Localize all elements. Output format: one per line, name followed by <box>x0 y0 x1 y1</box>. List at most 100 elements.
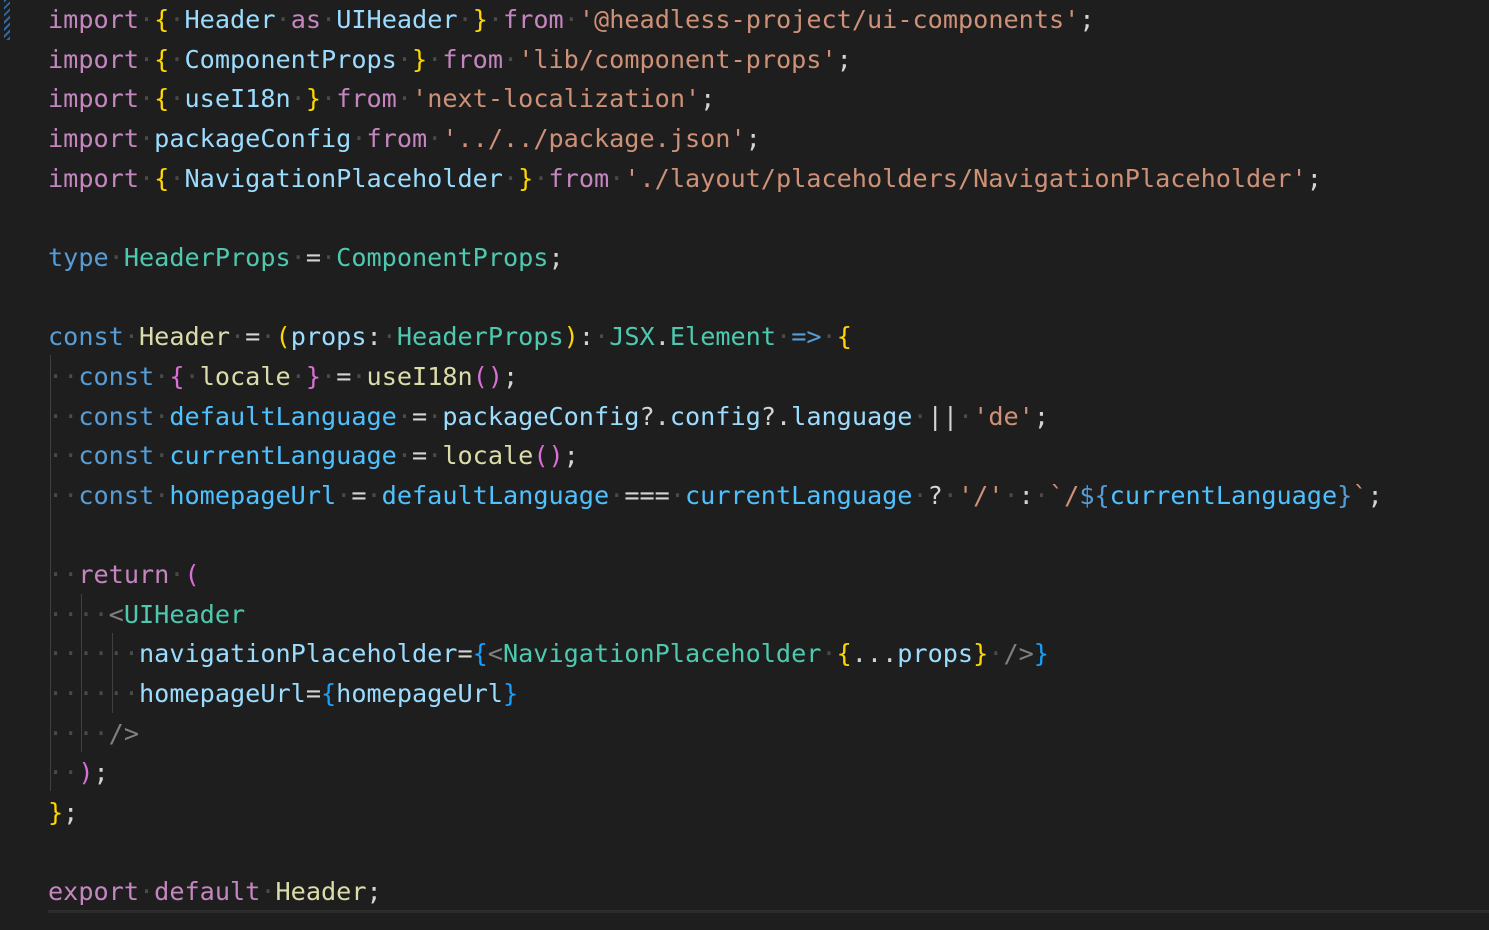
code-line[interactable]: ··const·homepageUrl·=·defaultLanguage·==… <box>48 476 1383 516</box>
whitespace-marker: · <box>609 480 625 510</box>
code-token: const <box>78 401 155 431</box>
whitespace-marker: · <box>139 163 155 193</box>
code-line[interactable]: import·{·Header·as·UIHeader·}·from·'@hea… <box>48 0 1094 40</box>
whitespace-marker: · <box>230 322 246 352</box>
code-line[interactable]: ··); <box>48 753 109 793</box>
whitespace-marker: · <box>169 5 185 34</box>
code-line[interactable]: ··const·defaultLanguage·=·packageConfig?… <box>48 397 1049 437</box>
whitespace-marker: ·· <box>48 758 79 788</box>
code-token: ... <box>851 639 898 669</box>
code-token: HeaderProps <box>123 242 291 272</box>
code-token: navigationPlaceholder <box>139 639 458 669</box>
code-token: : <box>578 322 595 352</box>
whitespace-marker: ······ <box>48 639 139 669</box>
code-token: defaultLanguage <box>381 480 610 510</box>
code-token: ) <box>78 758 94 788</box>
whitespace-marker: · <box>669 480 685 510</box>
code-line[interactable]: ··const·{·locale·}·=·useI18n(); <box>48 357 518 397</box>
whitespace-marker: · <box>321 84 337 114</box>
whitespace-marker: · <box>427 44 443 74</box>
whitespace-marker: · <box>139 5 155 34</box>
code-token: ; <box>1033 401 1050 431</box>
code-token: : <box>366 322 382 352</box>
whitespace-marker: · <box>154 441 170 471</box>
code-token: ; <box>836 44 852 74</box>
whitespace-marker: · <box>821 322 837 352</box>
code-token: ComponentProps <box>336 242 549 272</box>
whitespace-marker: · <box>321 5 337 34</box>
code-token: { <box>836 322 852 352</box>
whitespace-marker: · <box>139 123 155 153</box>
code-token: ?. <box>639 401 670 431</box>
whitespace-marker: · <box>366 480 382 510</box>
code-line[interactable]: import·packageConfig·from·'../../package… <box>48 119 761 159</box>
code-token: return <box>78 560 170 590</box>
code-token: ; <box>93 758 109 788</box>
code-editor[interactable]: import·{·Header·as·UIHeader·}·from·'@hea… <box>0 0 1489 930</box>
code-token: { <box>154 5 170 34</box>
code-token: UIHeader <box>336 5 458 34</box>
code-token: { <box>154 84 170 114</box>
code-token: { <box>154 44 170 74</box>
code-line[interactable]: ··return·( <box>48 555 200 595</box>
whitespace-marker: · <box>503 44 519 74</box>
code-token: import <box>48 44 139 74</box>
whitespace-marker: · <box>290 84 306 114</box>
code-token: from <box>442 44 504 74</box>
whitespace-marker: · <box>351 123 367 153</box>
code-token: 'lib/component-props' <box>518 44 837 74</box>
code-token: Header <box>275 877 367 907</box>
code-token: locale <box>442 441 534 471</box>
code-line[interactable]: ··const·currentLanguage·=·locale(); <box>48 436 579 476</box>
code-token: ; <box>503 361 519 391</box>
whitespace-marker: · <box>260 877 276 907</box>
code-token: packageConfig <box>442 401 640 431</box>
code-token: } <box>412 44 428 74</box>
code-line[interactable]: ······navigationPlaceholder={<Navigation… <box>48 634 1049 674</box>
code-line[interactable]: import·{·NavigationPlaceholder·}·from·'.… <box>48 159 1322 199</box>
code-line[interactable]: ······homepageUrl={homepageUrl} <box>48 674 518 714</box>
modified-line-indicator <box>4 0 10 40</box>
whitespace-marker: · <box>912 480 928 510</box>
code-token: JSX <box>609 322 655 352</box>
code-token: ( <box>275 322 291 352</box>
whitespace-marker: · <box>154 480 170 510</box>
whitespace-marker: · <box>958 401 974 431</box>
code-line[interactable]: }; <box>48 793 78 833</box>
code-line[interactable]: type·HeaderProps·=·ComponentProps; <box>48 238 564 278</box>
code-line[interactable]: import·{·useI18n·}·from·'next-localizati… <box>48 79 715 119</box>
whitespace-marker: · <box>457 5 473 34</box>
code-token: { <box>320 679 337 709</box>
code-token: = <box>411 441 428 471</box>
whitespace-marker: · <box>776 322 792 352</box>
code-token: => <box>791 322 822 352</box>
code-token: `/ <box>1048 480 1080 510</box>
code-token: locale <box>199 361 291 391</box>
code-token: = <box>336 361 352 391</box>
code-line[interactable]: const·Header·=·(props:·HeaderProps):·JSX… <box>48 317 852 357</box>
whitespace-marker: · <box>533 163 549 193</box>
code-token: ; <box>548 242 564 272</box>
code-token: homepageUrl <box>139 679 306 709</box>
whitespace-marker: · <box>154 401 170 431</box>
whitespace-marker: ·· <box>48 361 79 391</box>
code-token: = <box>305 679 321 709</box>
code-token: homepageUrl <box>169 480 337 510</box>
code-token: ; <box>63 798 79 827</box>
code-token: defaultLanguage <box>169 401 397 431</box>
code-token: ${ <box>1079 480 1110 510</box>
code-line[interactable]: ····/> <box>48 714 139 754</box>
code-line[interactable]: ····<UIHeader <box>48 595 245 635</box>
code-token: = <box>457 639 473 669</box>
code-line[interactable]: import·{·ComponentProps·}·from·'lib/comp… <box>48 40 852 80</box>
code-token: '@headless-project/ui-components' <box>578 5 1080 34</box>
whitespace-marker: · <box>139 84 155 114</box>
code-token: ; <box>700 84 716 114</box>
code-token: { <box>154 163 170 193</box>
whitespace-marker: · <box>139 877 155 907</box>
code-token: useI18n <box>184 84 291 114</box>
whitespace-marker: · <box>594 322 610 352</box>
code-token: from <box>336 84 397 114</box>
code-line[interactable]: export·default·Header; <box>48 872 382 912</box>
code-token: 'de' <box>973 401 1034 431</box>
